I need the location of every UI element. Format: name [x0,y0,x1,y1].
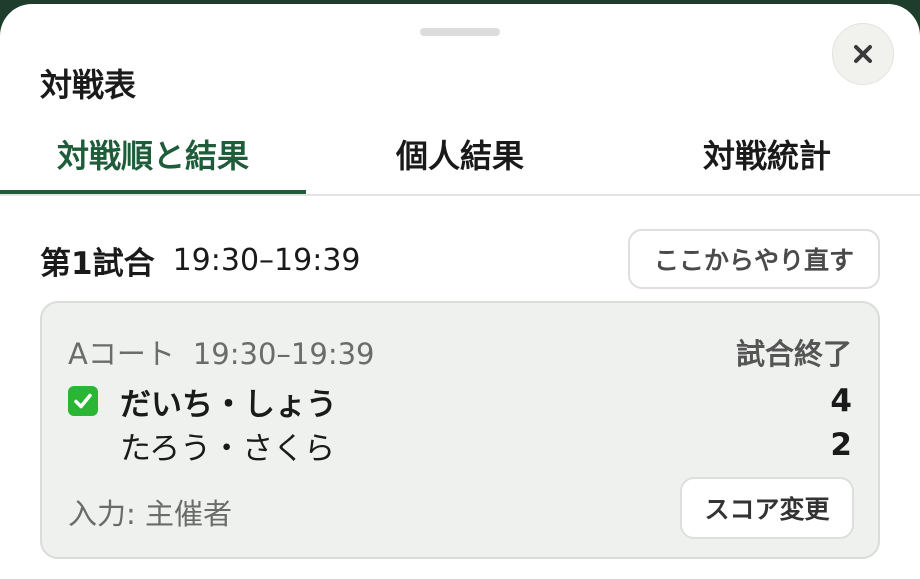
match-card: Aコート 19:30–19:39 試合終了 だいち・しょう 4 たろう・さくら 2… [40,301,880,559]
team-score: 2 [830,427,852,463]
active-tab-indicator [0,190,306,194]
bottom-sheet: 対戦表 対戦順と結果 個人結果 対戦統計 第1試合 19:30–19:39 ここ… [0,4,920,579]
input-by-label: 入力: 主催者 [68,497,232,531]
edit-score-button[interactable]: スコア変更 [680,477,854,539]
close-icon [854,45,872,63]
match-status: 試合終了 [735,337,852,371]
tab-bar: 対戦順と結果 個人結果 対戦統計 [0,114,920,196]
redo-from-here-button[interactable]: ここからやり直す [628,229,880,289]
close-button[interactable] [832,23,894,85]
match-time: 19:30–19:39 [172,242,361,278]
check-icon [68,386,98,416]
court-name: Aコート [68,337,175,371]
tab-match-stats[interactable]: 対戦統計 [614,114,920,194]
tab-individual-results[interactable]: 個人結果 [306,114,614,194]
tab-match-order-results[interactable]: 対戦順と結果 [0,114,306,194]
team-name: たろう・さくら [120,430,336,467]
match-number: 第1試合 [40,245,155,282]
sheet-title: 対戦表 [40,66,137,104]
team-row: たろう・さくら 2 [68,425,852,467]
team-score: 4 [830,383,852,419]
match-header: 第1試合 19:30–19:39 [40,236,361,284]
team-name: だいち・しょう [120,386,337,423]
court-time: 19:30–19:39 [192,337,375,371]
court-info: Aコート 19:30–19:39 [68,331,375,373]
team-row: だいち・しょう 4 [68,381,852,423]
drag-handle[interactable] [420,28,500,36]
